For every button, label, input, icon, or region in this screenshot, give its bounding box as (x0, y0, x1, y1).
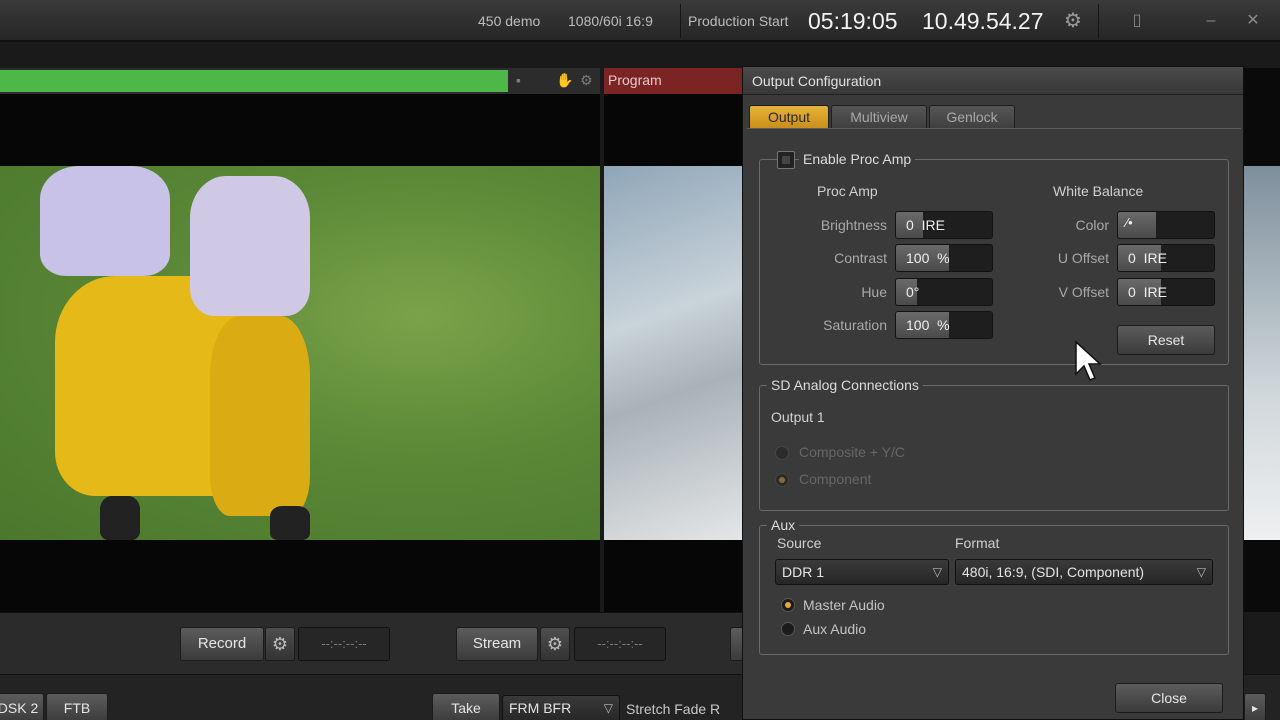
source-label: Source (777, 535, 822, 551)
program-label: Program (608, 72, 662, 88)
production-timer: 05:19:05 (808, 8, 898, 34)
monitor-settings-gear-icon[interactable]: ⚙ (580, 72, 593, 89)
aux-format-select[interactable]: 480i, 16:9, (SDI, Component) ▽ (955, 559, 1213, 585)
transition-name: Stretch Fade R (626, 701, 721, 717)
close-button[interactable]: Close (1115, 683, 1223, 713)
aux-source-value: DDR 1 (782, 564, 825, 580)
v-offset-value: 0 IRE (1128, 284, 1167, 300)
color-picker[interactable]: ⁄• (1117, 211, 1215, 239)
v-offset-label: V Offset (1058, 284, 1109, 300)
record-timecode: --:--:--:-- (298, 627, 390, 661)
aux-source-select[interactable]: DDR 1 ▽ (775, 559, 949, 585)
output-1-label: Output 1 (771, 409, 825, 425)
format-label: Format (955, 535, 1000, 551)
menu-icon[interactable]: ▪ (516, 72, 521, 88)
stream-settings-gear-icon[interactable]: ⚙ (540, 627, 570, 661)
dialog-title: Output Configuration (752, 73, 882, 89)
u-offset-label: U Offset (1057, 250, 1109, 266)
u-offset-slider[interactable]: 0 IRE (1117, 244, 1215, 272)
stream-button[interactable]: Stream (456, 627, 538, 661)
divider (1098, 4, 1099, 38)
preview-monitor-header: ▪ ✋ ⚙ (0, 68, 600, 94)
record-stream-controls: Record ⚙ --:--:--:-- Stream ⚙ --:--:--:-… (0, 612, 744, 674)
close-window-icon[interactable]: ✕ (1238, 8, 1268, 34)
hand-icon[interactable]: ✋ (556, 72, 573, 89)
chevron-down-icon: ▽ (603, 701, 613, 715)
sd-analog-heading: SD Analog Connections (767, 377, 923, 393)
aux-format-value: 480i, 16:9, (SDI, Component) (962, 564, 1145, 580)
program-video-frame (604, 166, 742, 540)
session-name: 450 demo (478, 13, 541, 29)
master-audio-label: Master Audio (803, 597, 885, 613)
stream-timecode: --:--:--:-- (574, 627, 666, 661)
contrast-slider[interactable]: 100 % (895, 244, 993, 272)
minimize-icon[interactable]: – (1196, 8, 1226, 34)
white-balance-heading: White Balance (1053, 183, 1144, 199)
video-format: 1080/60i 16:9 (568, 13, 653, 29)
tab-underline (747, 128, 1241, 129)
frame-buffer-select[interactable]: FRM BFR ▽ (502, 695, 620, 720)
chevron-down-icon: ▽ (932, 565, 942, 579)
brightness-value: 0 IRE (906, 217, 945, 233)
notepad-icon[interactable]: ▯ (1122, 8, 1152, 34)
output-video-frame (1244, 166, 1280, 540)
v-offset-slider[interactable]: 0 IRE (1117, 278, 1215, 306)
preview-video-frame (0, 166, 600, 540)
take-button[interactable]: Take (432, 693, 500, 720)
component-label: Component (799, 471, 872, 487)
frame-buffer-value: FRM BFR (509, 700, 572, 716)
contrast-value: 100 % (906, 250, 950, 266)
program-monitor-header: Program (604, 68, 742, 94)
tab-output[interactable]: Output (749, 105, 829, 129)
aux-audio-label: Aux Audio (803, 621, 867, 637)
aux-audio-radio[interactable] (781, 622, 795, 636)
top-status-bar: 450 demo 1080/60i 16:9 Production Start … (0, 0, 1280, 42)
system-clock: 10.49.54.27 (922, 8, 1044, 34)
output-configuration-dialog: Output Configuration Output Multiview Ge… (742, 66, 1244, 720)
contrast-label: Contrast (834, 250, 887, 266)
output-monitor-edge (1244, 68, 1280, 612)
chevron-down-icon: ▽ (1196, 565, 1206, 579)
preview-tally-bar (0, 70, 508, 92)
hue-slider[interactable]: 0° (895, 278, 993, 306)
record-settings-gear-icon[interactable]: ⚙ (265, 627, 295, 661)
record-button[interactable]: Record (180, 627, 264, 661)
expand-arrow-icon[interactable]: ▸ (1244, 693, 1266, 720)
aux-heading: Aux (767, 517, 800, 533)
brightness-label: Brightness (820, 217, 887, 233)
dsk2-button[interactable]: DSK 2 (0, 693, 44, 720)
program-monitor[interactable] (604, 94, 742, 612)
proc-amp-heading: Proc Amp (817, 183, 878, 199)
mouse-cursor-icon (1075, 340, 1102, 381)
saturation-value: 100 % (906, 317, 950, 333)
reset-button[interactable]: Reset (1117, 325, 1215, 355)
divider (680, 4, 681, 38)
clock-settings-gear-icon[interactable]: ⚙ (1060, 8, 1086, 34)
production-start-label: Production Start (688, 13, 789, 29)
hue-label: Hue (861, 284, 887, 300)
hue-value: 0° (906, 284, 920, 300)
color-fill (1118, 212, 1156, 238)
dialog-title-bar[interactable]: Output Configuration (743, 67, 1243, 95)
composite-yc-radio[interactable] (775, 446, 789, 460)
composite-yc-label: Composite + Y/C (799, 444, 905, 460)
brightness-slider[interactable]: 0 IRE (895, 211, 993, 239)
saturation-label: Saturation (823, 317, 887, 333)
preview-monitor[interactable] (0, 94, 600, 612)
color-label: Color (1075, 217, 1109, 233)
ftb-button[interactable]: FTB (46, 693, 108, 720)
component-radio[interactable] (775, 473, 789, 487)
master-audio-radio[interactable] (781, 598, 795, 612)
saturation-slider[interactable]: 100 % (895, 311, 993, 339)
enable-proc-amp-checkbox[interactable] (777, 151, 795, 169)
eyedropper-icon: ⁄• (1126, 215, 1133, 230)
tab-genlock[interactable]: Genlock (929, 105, 1015, 129)
enable-proc-amp-label: Enable Proc Amp (799, 151, 916, 167)
u-offset-value: 0 IRE (1128, 250, 1167, 266)
tab-multiview[interactable]: Multiview (831, 105, 927, 129)
